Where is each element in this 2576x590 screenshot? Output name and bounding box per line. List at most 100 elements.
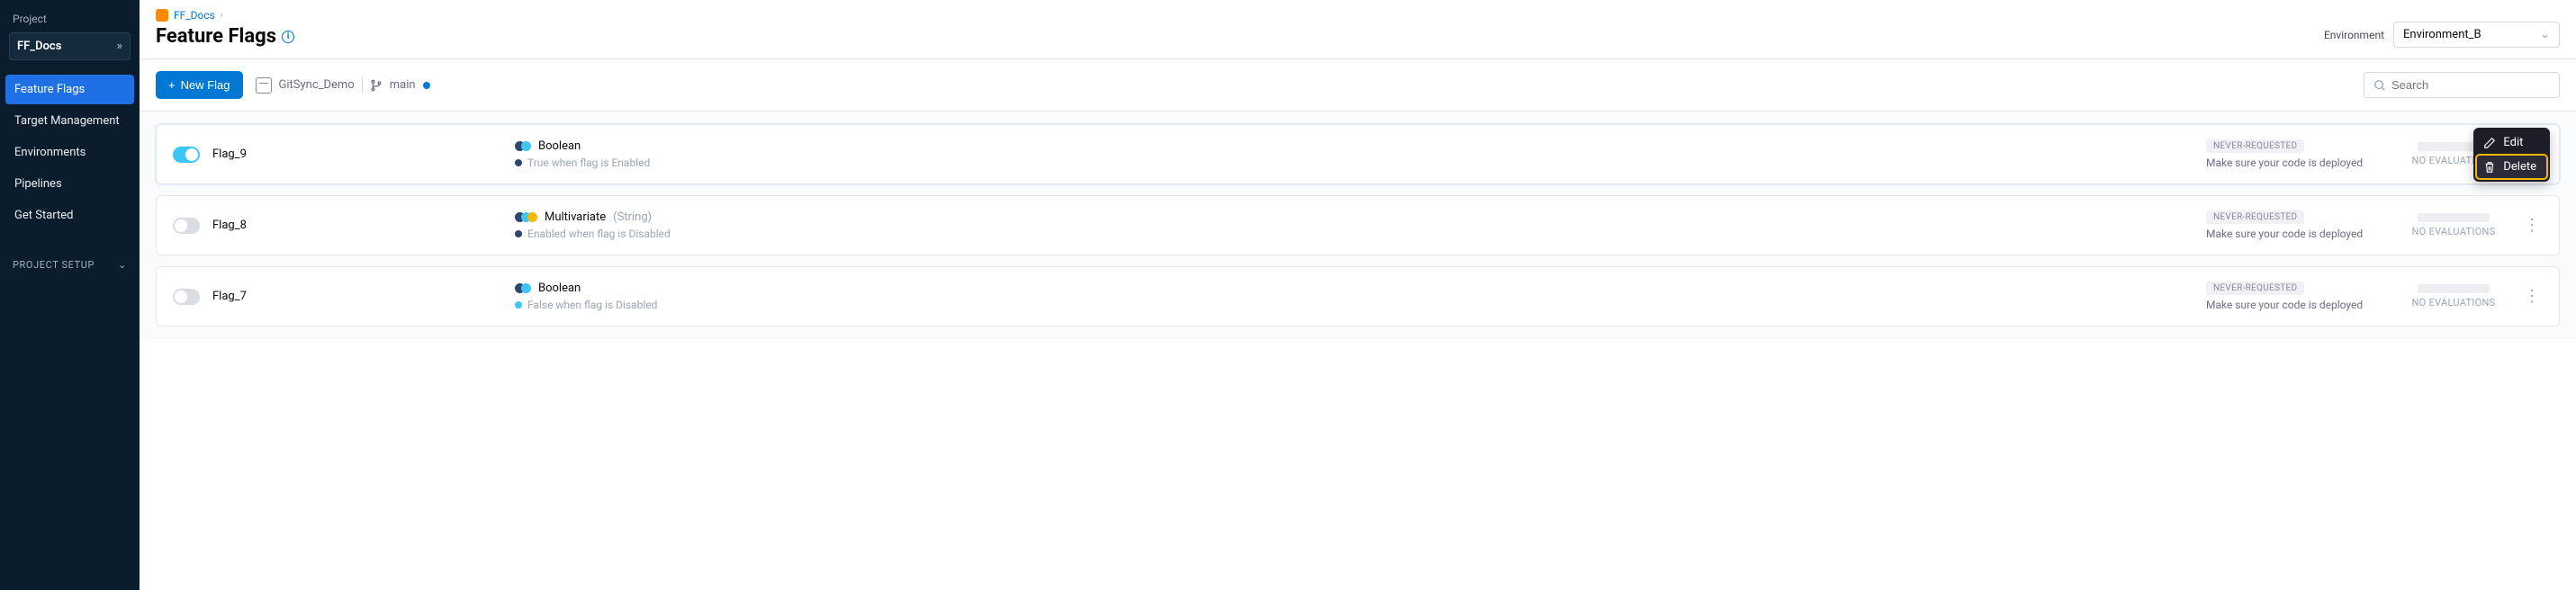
new-flag-button[interactable]: + New Flag xyxy=(156,71,243,99)
flag-type-row: Boolean xyxy=(515,139,2206,153)
flag-row[interactable]: Flag_8 Multivariate (String) Enabled whe… xyxy=(156,195,2560,255)
branch-icon xyxy=(370,79,383,92)
sidebar: Project FF_Docs » Feature Flags Target M… xyxy=(0,0,140,590)
page-title: Feature Flags xyxy=(156,25,276,48)
flag-row[interactable]: Flag_9 Boolean True when flag is Enabled… xyxy=(156,124,2560,184)
flag-menu-button[interactable]: ⋮ xyxy=(2521,287,2543,306)
sidebar-item-target-management[interactable]: Target Management xyxy=(5,106,134,136)
divider xyxy=(362,77,363,94)
flag-eval: NO EVALUATIONS xyxy=(2386,213,2521,237)
flag-status: NEVER-REQUESTED Make sure your code is d… xyxy=(2206,210,2386,240)
environment-label: Environment xyxy=(2324,29,2384,41)
project-setup[interactable]: PROJECT SETUP ⌄ xyxy=(0,252,140,278)
desc-dot xyxy=(515,230,522,237)
project-setup-label: PROJECT SETUP xyxy=(13,259,95,271)
flag-list: Flag_9 Boolean True when flag is Enabled… xyxy=(140,112,2576,339)
project-label: Project xyxy=(0,9,140,29)
flag-left: Flag_9 xyxy=(173,147,515,163)
eval-skeleton xyxy=(2418,213,2490,222)
chevron-down-icon: ⌄ xyxy=(2540,28,2550,41)
branch-name[interactable]: main xyxy=(390,78,416,92)
status-text: Make sure your code is deployed xyxy=(2206,299,2386,311)
flag-status: NEVER-REQUESTED Make sure your code is d… xyxy=(2206,282,2386,311)
sync-status-dot xyxy=(423,82,430,89)
flag-center: Boolean False when flag is Disabled xyxy=(515,282,2206,311)
flag-desc-row: False when flag is Disabled xyxy=(515,299,2206,311)
project-icon xyxy=(156,9,168,22)
flag-type: Boolean xyxy=(538,139,581,153)
flag-toggle[interactable] xyxy=(173,147,200,163)
environment-select[interactable]: Environment_B ⌄ xyxy=(2393,22,2560,48)
chevron-right-icon: › xyxy=(221,11,223,21)
flag-desc-row: Enabled when flag is Disabled xyxy=(515,228,2206,240)
variant-dots-icon xyxy=(515,283,531,293)
flag-status: NEVER-REQUESTED Make sure your code is d… xyxy=(2206,139,2386,169)
breadcrumb-project[interactable]: FF_Docs xyxy=(174,9,215,22)
toolbar: + New Flag GitSync_Demo main xyxy=(140,59,2576,112)
flag-left: Flag_8 xyxy=(173,218,515,234)
main: FF_Docs › Feature Flags i Environment En… xyxy=(140,0,2576,590)
context-menu-edit-label: Edit xyxy=(2503,136,2523,149)
flag-name: Flag_8 xyxy=(212,219,247,232)
flag-type-row: Multivariate (String) xyxy=(515,210,2206,224)
flag-center: Multivariate (String) Enabled when flag … xyxy=(515,210,2206,240)
status-text: Make sure your code is deployed xyxy=(2206,156,2386,169)
environment-picker: Environment Environment_B ⌄ xyxy=(2324,22,2560,48)
flag-type: Boolean xyxy=(538,282,581,295)
context-menu-delete-label: Delete xyxy=(2503,160,2536,174)
status-badge: NEVER-REQUESTED xyxy=(2206,139,2304,153)
flag-desc: True when flag is Enabled xyxy=(527,156,650,169)
flag-name: Flag_9 xyxy=(212,148,247,161)
flag-left: Flag_7 xyxy=(173,289,515,305)
sidebar-item-pipelines[interactable]: Pipelines xyxy=(5,169,134,199)
flag-row[interactable]: Flag_7 Boolean False when flag is Disabl… xyxy=(156,266,2560,326)
header: FF_Docs › Feature Flags i Environment En… xyxy=(140,0,2576,59)
title-row: Feature Flags i xyxy=(156,25,294,48)
git-repo-name[interactable]: GitSync_Demo xyxy=(279,78,355,92)
repo-icon xyxy=(256,77,272,94)
variant-dots-icon xyxy=(515,141,531,151)
eval-text: NO EVALUATIONS xyxy=(2411,297,2495,308)
desc-dot xyxy=(515,159,522,166)
project-name: FF_Docs xyxy=(17,40,61,53)
flag-desc: Enabled when flag is Disabled xyxy=(527,228,671,240)
status-text: Make sure your code is deployed xyxy=(2206,228,2386,240)
variant-dots-icon xyxy=(515,212,537,222)
context-menu: Edit Delete xyxy=(2473,128,2550,182)
flag-type-sub: (String) xyxy=(613,210,652,224)
context-menu-delete[interactable]: Delete xyxy=(2476,155,2547,179)
sidebar-item-get-started[interactable]: Get Started xyxy=(5,201,134,230)
flag-desc: False when flag is Disabled xyxy=(527,299,657,311)
flag-desc-row: True when flag is Enabled xyxy=(515,156,2206,169)
search-box[interactable] xyxy=(2364,72,2560,98)
search-icon xyxy=(2373,79,2386,92)
flag-toggle[interactable] xyxy=(173,218,200,234)
search-input[interactable] xyxy=(2391,78,2550,92)
eval-skeleton xyxy=(2418,284,2490,293)
chevron-right-icon: » xyxy=(117,40,122,53)
desc-dot xyxy=(515,301,522,308)
status-badge: NEVER-REQUESTED xyxy=(2206,282,2304,295)
status-badge: NEVER-REQUESTED xyxy=(2206,210,2304,224)
environment-selected: Environment_B xyxy=(2403,28,2481,41)
flag-type-row: Boolean xyxy=(515,282,2206,295)
sidebar-item-feature-flags[interactable]: Feature Flags xyxy=(5,75,134,104)
flag-eval: NO EVALUATIONS xyxy=(2386,284,2521,308)
flag-toggle[interactable] xyxy=(173,289,200,305)
chevron-down-icon: ⌄ xyxy=(118,259,127,271)
project-selector[interactable]: FF_Docs » xyxy=(9,32,131,60)
flag-type: Multivariate xyxy=(545,210,606,224)
breadcrumb: FF_Docs › xyxy=(156,9,294,22)
git-info: GitSync_Demo main xyxy=(256,77,430,94)
sidebar-item-environments[interactable]: Environments xyxy=(5,138,134,167)
flag-menu-button[interactable]: ⋮ xyxy=(2521,216,2543,235)
flag-center: Boolean True when flag is Enabled xyxy=(515,139,2206,169)
header-left: FF_Docs › Feature Flags i xyxy=(156,9,294,48)
sidebar-nav: Feature Flags Target Management Environm… xyxy=(0,75,140,232)
pencil-icon xyxy=(2483,137,2496,149)
plus-icon: + xyxy=(168,78,176,92)
eval-text: NO EVALUATIONS xyxy=(2411,226,2495,237)
context-menu-edit[interactable]: Edit xyxy=(2476,130,2547,155)
flag-name: Flag_7 xyxy=(212,290,247,303)
info-icon[interactable]: i xyxy=(282,31,294,43)
